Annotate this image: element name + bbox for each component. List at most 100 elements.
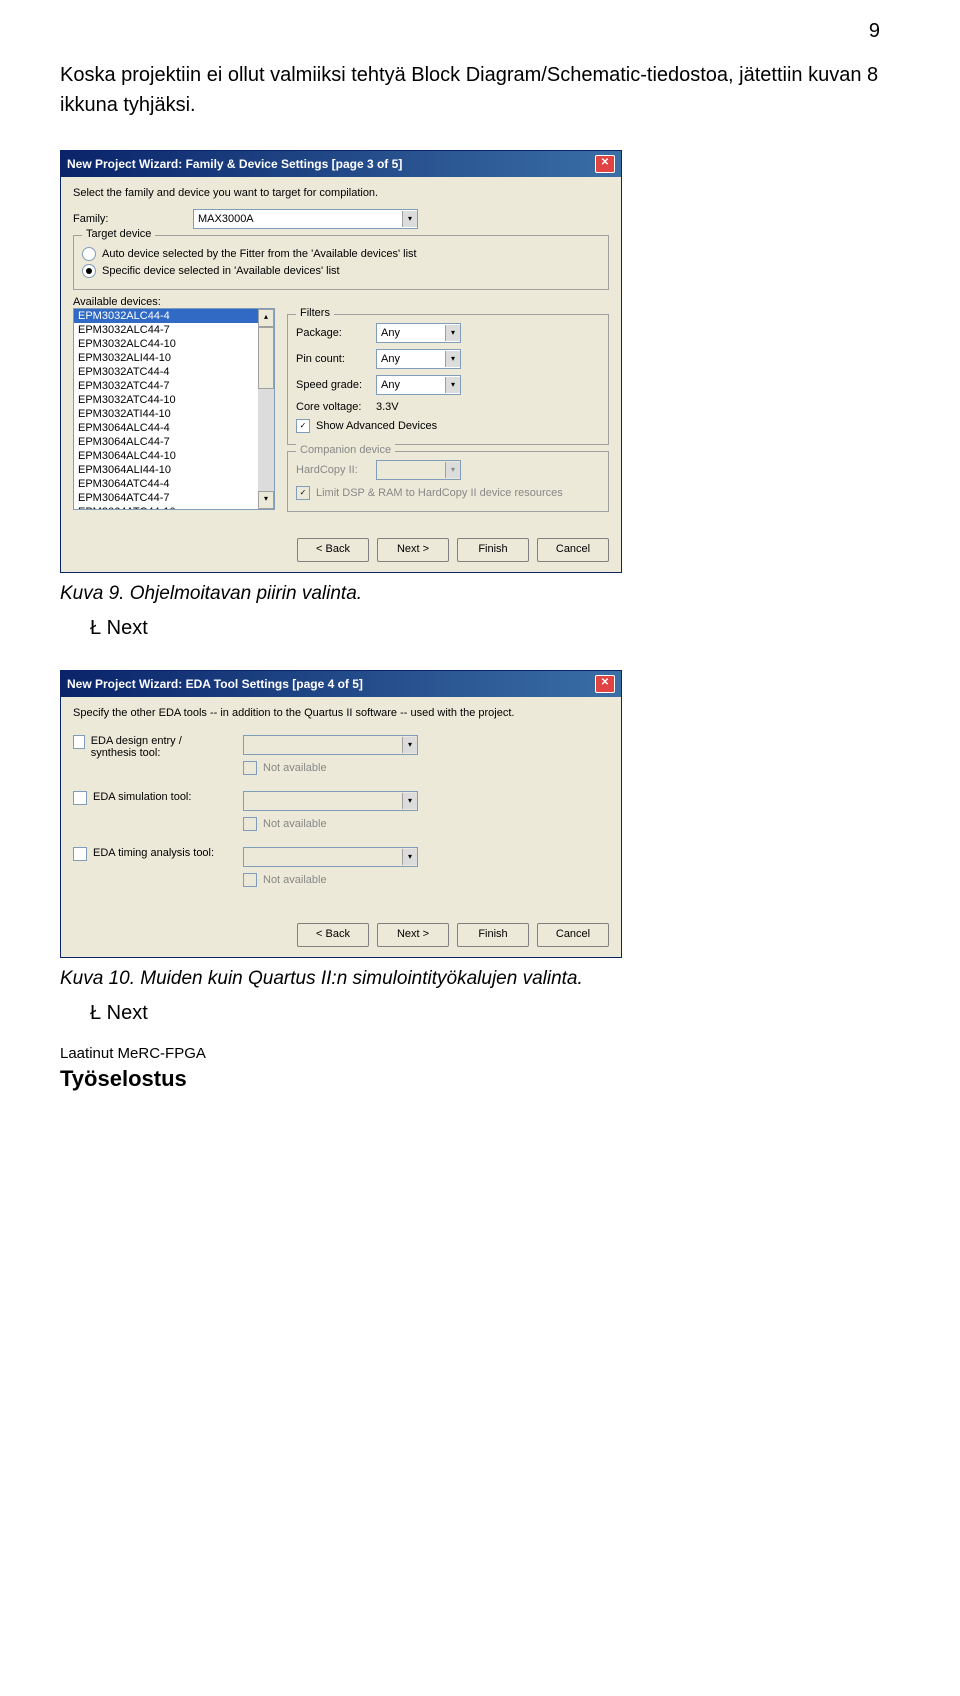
list-item[interactable]: EPM3032ALC44-10 — [74, 337, 274, 351]
cancel-button[interactable]: Cancel — [537, 538, 609, 562]
eda-timing-checkbox[interactable] — [73, 847, 87, 861]
package-value: Any — [377, 327, 445, 339]
next-button[interactable]: Next > — [377, 923, 449, 947]
list-item[interactable]: EPM3064ATC44-10 — [74, 505, 274, 510]
back-button[interactable]: < Back — [297, 538, 369, 562]
notavail-checkbox — [243, 761, 257, 775]
chevron-down-icon[interactable]: ▾ — [445, 351, 460, 367]
available-devices-label: Available devices: — [73, 296, 609, 308]
chevron-down-icon[interactable]: ▾ — [445, 377, 460, 393]
radio-auto-label: Auto device selected by the Fitter from … — [102, 248, 417, 260]
eda-sim-combo: ▾ — [243, 791, 418, 811]
pincount-label: Pin count: — [296, 353, 376, 365]
family-value: MAX3000A — [194, 213, 402, 225]
eda-sim-label: EDA simulation tool: — [93, 791, 191, 803]
wizard-dialog-family-device: New Project Wizard: Family & Device Sett… — [60, 150, 622, 573]
speed-value: Any — [377, 379, 445, 391]
speed-label: Speed grade: — [296, 379, 376, 391]
speed-combo[interactable]: Any ▾ — [376, 375, 461, 395]
back-button[interactable]: < Back — [297, 923, 369, 947]
available-devices-list[interactable]: EPM3032ALC44-4EPM3032ALC44-7EPM3032ALC44… — [73, 308, 275, 510]
package-combo[interactable]: Any ▾ — [376, 323, 461, 343]
radio-specific-label: Specific device selected in 'Available d… — [102, 265, 340, 277]
companion-group: Companion device HardCopy II: ▾ Limit DS… — [287, 451, 609, 512]
scroll-thumb[interactable] — [258, 327, 274, 389]
limit-dsp-checkbox — [296, 486, 310, 500]
chevron-down-icon: ▾ — [402, 737, 417, 753]
show-advanced-label: Show Advanced Devices — [316, 420, 437, 432]
finish-button[interactable]: Finish — [457, 538, 529, 562]
radio-auto[interactable] — [82, 247, 96, 261]
chevron-down-icon: ▾ — [402, 849, 417, 865]
eda-design-label: EDA design entry / synthesis tool: — [91, 735, 223, 759]
list-item[interactable]: EPM3032ALI44-10 — [74, 351, 274, 365]
list-item[interactable]: EPM3032ATC44-7 — [74, 379, 274, 393]
notavail-label: Not available — [263, 874, 327, 886]
limit-dsp-label: Limit DSP & RAM to HardCopy II device re… — [316, 487, 563, 499]
notavail-label: Not available — [263, 818, 327, 830]
show-advanced-checkbox[interactable] — [296, 419, 310, 433]
eda-design-combo: ▾ — [243, 735, 418, 755]
notavail-checkbox — [243, 873, 257, 887]
caption-kuva9: Kuva 9. Ohjelmoitavan piirin valinta. — [60, 583, 900, 605]
eda-sim-checkbox[interactable] — [73, 791, 87, 805]
pincount-value: Any — [377, 353, 445, 365]
close-icon[interactable]: ✕ — [595, 675, 615, 693]
filters-title: Filters — [296, 307, 334, 319]
target-device-group: Target device Auto device selected by th… — [73, 235, 609, 290]
footer-author: Laatinut MeRC-FPGA — [60, 1045, 900, 1062]
family-combo[interactable]: MAX3000A ▾ — [193, 209, 418, 229]
target-device-title: Target device — [82, 228, 155, 240]
scroll-down-icon[interactable]: ▾ — [258, 491, 274, 509]
page-number: 9 — [869, 20, 880, 43]
next-button[interactable]: Next > — [377, 538, 449, 562]
cancel-button[interactable]: Cancel — [537, 923, 609, 947]
notavail-label: Not available — [263, 762, 327, 774]
chevron-down-icon: ▾ — [402, 793, 417, 809]
eda-design-checkbox[interactable] — [73, 735, 85, 749]
paragraph-1: Koska projektiin ei ollut valmiiksi teht… — [60, 60, 900, 120]
list-item[interactable]: EPM3064ALC44-7 — [74, 435, 274, 449]
dialog1-instruction: Select the family and device you want to… — [73, 187, 609, 199]
corev-value: 3.3V — [376, 401, 399, 413]
list-item[interactable]: EPM3032ATC44-4 — [74, 365, 274, 379]
close-icon[interactable]: ✕ — [595, 155, 615, 173]
companion-title: Companion device — [296, 444, 395, 456]
corev-label: Core voltage: — [296, 401, 376, 413]
package-label: Package: — [296, 327, 376, 339]
list-item[interactable]: EPM3064ATC44-7 — [74, 491, 274, 505]
eda-timing-label: EDA timing analysis tool: — [93, 847, 214, 859]
pincount-combo[interactable]: Any ▾ — [376, 349, 461, 369]
chevron-down-icon[interactable]: ▾ — [402, 211, 417, 227]
list-item[interactable]: EPM3064ALC44-4 — [74, 421, 274, 435]
dialog1-title: New Project Wizard: Family & Device Sett… — [67, 157, 402, 171]
list-item[interactable]: EPM3064ALI44-10 — [74, 463, 274, 477]
hardcopy-combo: ▾ — [376, 460, 461, 480]
hardcopy-label: HardCopy II: — [296, 464, 376, 476]
finish-button[interactable]: Finish — [457, 923, 529, 947]
scrollbar[interactable]: ▴ ▾ — [258, 309, 274, 509]
wizard-dialog-eda-tools: New Project Wizard: EDA Tool Settings [p… — [60, 670, 622, 958]
caption-kuva10: Kuva 10. Muiden kuin Quartus II:n simulo… — [60, 968, 900, 990]
radio-specific[interactable] — [82, 264, 96, 278]
footer-title: Työselostus — [60, 1066, 900, 1092]
eda-timing-combo: ▾ — [243, 847, 418, 867]
scroll-up-icon[interactable]: ▴ — [258, 309, 274, 327]
chevron-down-icon[interactable]: ▾ — [445, 325, 460, 341]
filters-group: Filters Package: Any ▾ Pin count: Any — [287, 314, 609, 445]
chevron-down-icon: ▾ — [445, 462, 460, 478]
list-item[interactable]: EPM3032ATI44-10 — [74, 407, 274, 421]
bullet-next-1: Ł Next — [90, 617, 900, 640]
family-label: Family: — [73, 213, 193, 225]
dialog2-titlebar[interactable]: New Project Wizard: EDA Tool Settings [p… — [61, 671, 621, 697]
dialog1-titlebar[interactable]: New Project Wizard: Family & Device Sett… — [61, 151, 621, 177]
list-item[interactable]: EPM3064ATC44-4 — [74, 477, 274, 491]
list-item[interactable]: EPM3032ALC44-7 — [74, 323, 274, 337]
list-item[interactable]: EPM3032ALC44-4 — [74, 309, 274, 323]
dialog2-title: New Project Wizard: EDA Tool Settings [p… — [67, 677, 363, 691]
list-item[interactable]: EPM3032ATC44-10 — [74, 393, 274, 407]
bullet-next-2: Ł Next — [90, 1002, 900, 1025]
list-item[interactable]: EPM3064ALC44-10 — [74, 449, 274, 463]
dialog2-instruction: Specify the other EDA tools -- in additi… — [73, 707, 609, 719]
notavail-checkbox — [243, 817, 257, 831]
